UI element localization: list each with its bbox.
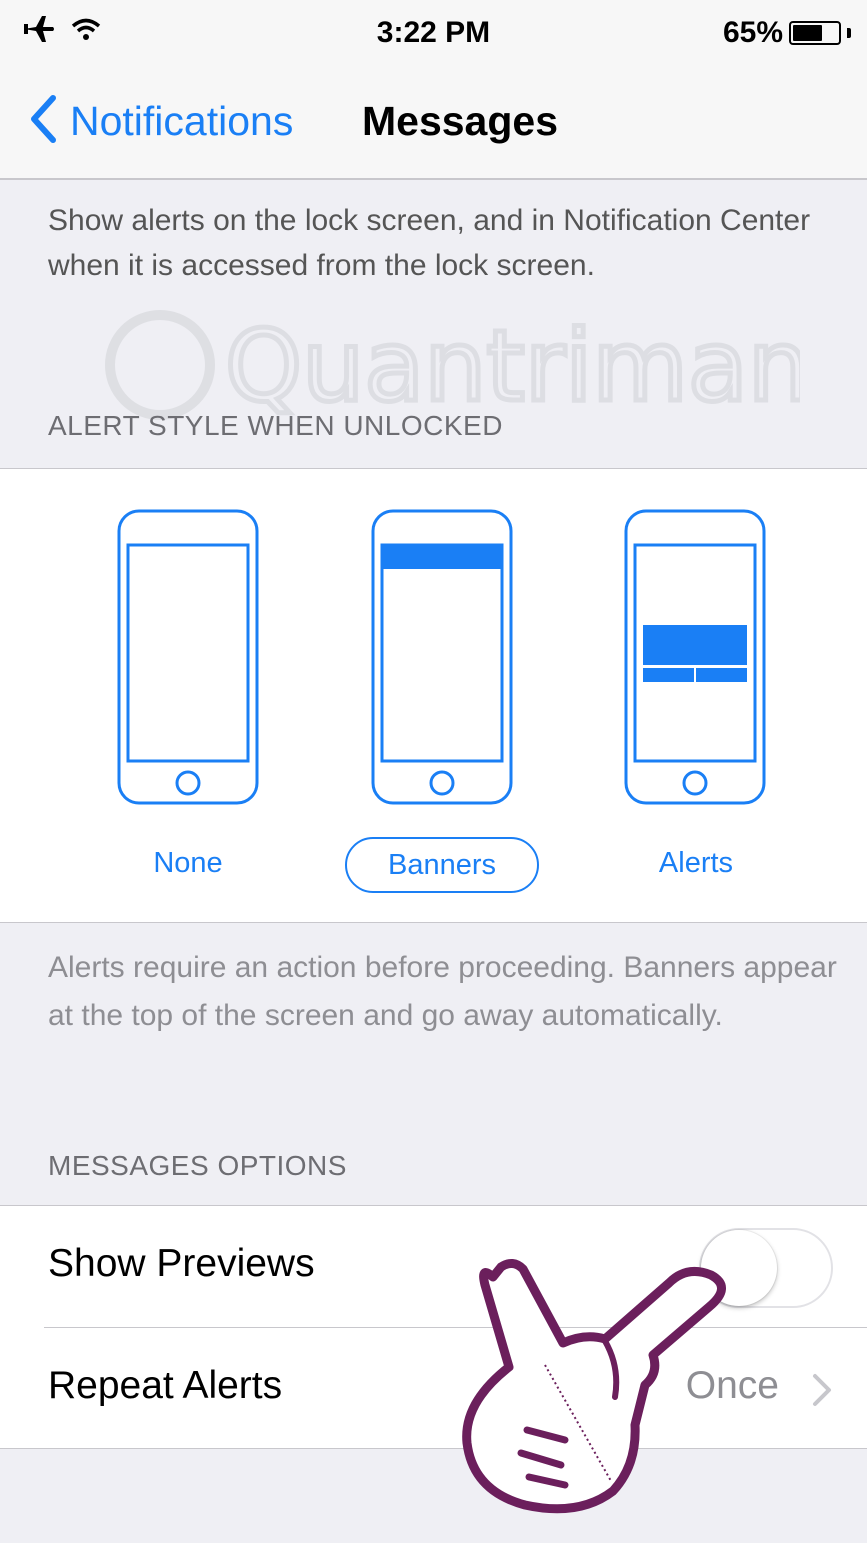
- alert-style-description: Alerts require an action before proceedi…: [48, 951, 837, 1032]
- nav-bar: Notifications Messages: [0, 70, 867, 180]
- chevron-left-icon: [28, 94, 58, 149]
- lock-screen-description: Show alerts on the lock screen, and in N…: [48, 204, 811, 282]
- back-button-label: Notifications: [70, 98, 294, 144]
- phone-banner-icon: [371, 509, 513, 805]
- toggle-knob: [701, 1230, 777, 1306]
- repeat-alerts-value: Once: [685, 1364, 779, 1407]
- status-right: 65%: [723, 16, 851, 50]
- back-button[interactable]: Notifications: [28, 94, 293, 149]
- alert-style-banners-option[interactable]: [371, 509, 513, 805]
- alert-style-none-label[interactable]: None: [118, 837, 258, 893]
- messages-options-panel: Show Previews Repeat Alerts Once: [0, 1205, 867, 1449]
- battery-percent: 65%: [722, 16, 783, 49]
- page-title: Messages: [362, 98, 559, 144]
- battery-fill: [793, 25, 822, 41]
- alert-style-none-option[interactable]: [117, 509, 259, 805]
- chevron-right-icon: [813, 1374, 831, 1406]
- repeat-alerts-row[interactable]: Repeat Alerts Once: [0, 1328, 867, 1450]
- battery-tip: [847, 28, 851, 38]
- show-previews-toggle[interactable]: [699, 1228, 833, 1308]
- messages-options-header: MESSAGES OPTIONS: [48, 1150, 347, 1181]
- repeat-alerts-label: Repeat Alerts: [48, 1364, 283, 1407]
- phone-alert-icon: [624, 509, 766, 805]
- alert-style-panel: None Banners Alerts: [0, 468, 867, 923]
- battery-icon: [789, 21, 841, 45]
- phone-none-icon: [117, 509, 259, 805]
- status-bar: 3:22 PM 65%: [0, 0, 867, 70]
- alert-style-alerts-option[interactable]: [624, 509, 766, 805]
- alert-style-banners-label[interactable]: Banners: [345, 837, 539, 893]
- alert-style-header: ALERT STYLE WHEN UNLOCKED: [48, 410, 503, 441]
- watermark-text: Quantrimang: [225, 310, 800, 424]
- show-previews-row: Show Previews: [0, 1206, 867, 1328]
- show-previews-label: Show Previews: [48, 1242, 315, 1285]
- alert-style-alerts-label[interactable]: Alerts: [626, 837, 766, 893]
